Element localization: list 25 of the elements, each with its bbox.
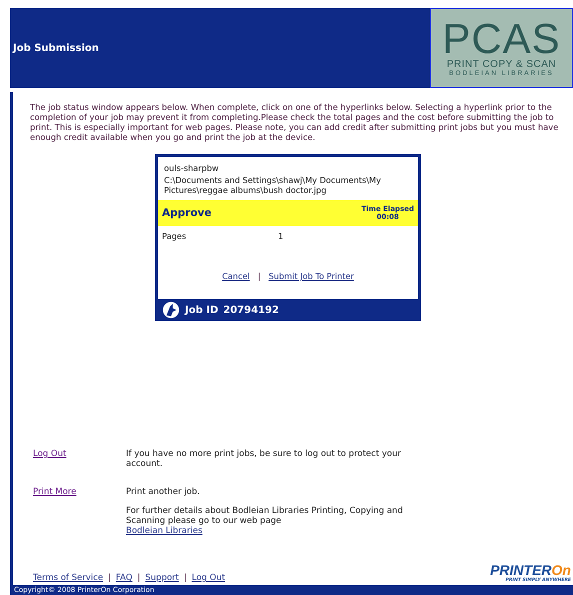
separator: | [258,271,261,281]
separator: | [137,573,140,583]
footer-link[interactable]: Log Out [192,573,226,583]
action-link[interactable]: Submit Job To Printer [268,271,354,281]
option-description: Print another job. [126,487,201,497]
status-text: Approve [162,207,212,219]
pages-value: 1 [278,231,284,241]
option-link[interactable]: Print More [33,487,76,497]
printer-name: ouls-sharpbw [163,162,220,173]
footer-link[interactable]: Terms of Service [33,573,104,583]
web-link[interactable]: Bodleian Libraries [126,526,202,536]
pages-label: Pages [162,231,188,241]
option-description: If you have no more print jobs, be sure to log out to protect your account. [126,449,402,469]
footer-link[interactable]: FAQ [116,573,132,583]
separator: | [184,573,187,583]
page-title: Job Submission [12,42,99,54]
instructions-text: The job status window appears below. When complete, click on one of the hyperlinks below. Selecting a hyperlink prior to the completion of your job may prevent it from completing.Please check the total pages and the cost before submitting the job to print. This is especially important for web pages. Please note, you can add credit after submitting print jobs but you must have enough credit available when you go and print the job at the device. [30,102,560,142]
action-link[interactable]: Cancel [222,271,250,281]
job-id: 20794192 [223,304,279,316]
option-description: For further details about Bodleian Libraries Printing, Copying and Scanning please go to our web page [126,506,404,526]
option-link[interactable]: Log Out [33,449,66,459]
separator: | [108,573,111,583]
file-path: C:\Documents and Settings\shawj\My Documents\My Pictures\reggae albums\bush doctor.jpg [163,174,382,197]
job-id-label: Job ID [185,304,218,316]
footer-link[interactable]: Support [145,573,179,583]
